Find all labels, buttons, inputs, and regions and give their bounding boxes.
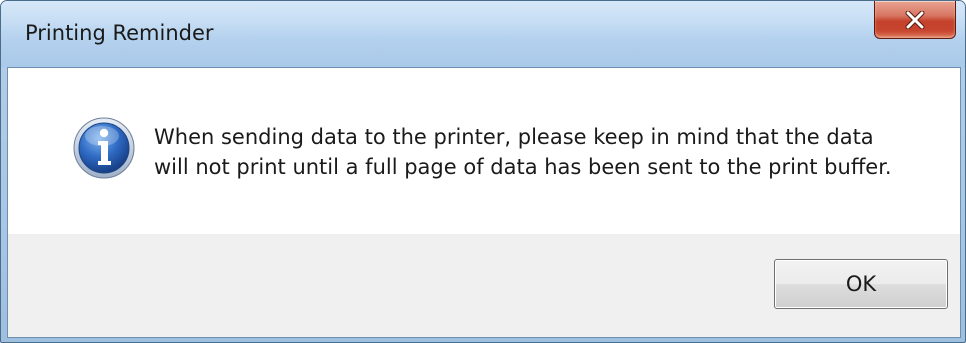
- message-area: When sending data to the printer, please…: [8, 68, 960, 234]
- message-text: When sending data to the printer, please…: [154, 122, 944, 182]
- information-icon: [72, 116, 136, 180]
- window-title: Printing Reminder: [25, 21, 214, 45]
- close-button[interactable]: [874, 1, 956, 39]
- close-icon: [905, 10, 925, 29]
- dialog-window: Printing Reminder When sending data to t…: [0, 0, 966, 343]
- message-line-1: When sending data to the printer, please…: [154, 125, 874, 149]
- dialog-body: When sending data to the printer, please…: [7, 67, 961, 338]
- message-line-2: will not print until a full page of data…: [154, 155, 892, 179]
- button-bar: OK: [8, 234, 960, 337]
- title-bar[interactable]: Printing Reminder: [1, 1, 965, 67]
- ok-button[interactable]: OK: [774, 259, 948, 309]
